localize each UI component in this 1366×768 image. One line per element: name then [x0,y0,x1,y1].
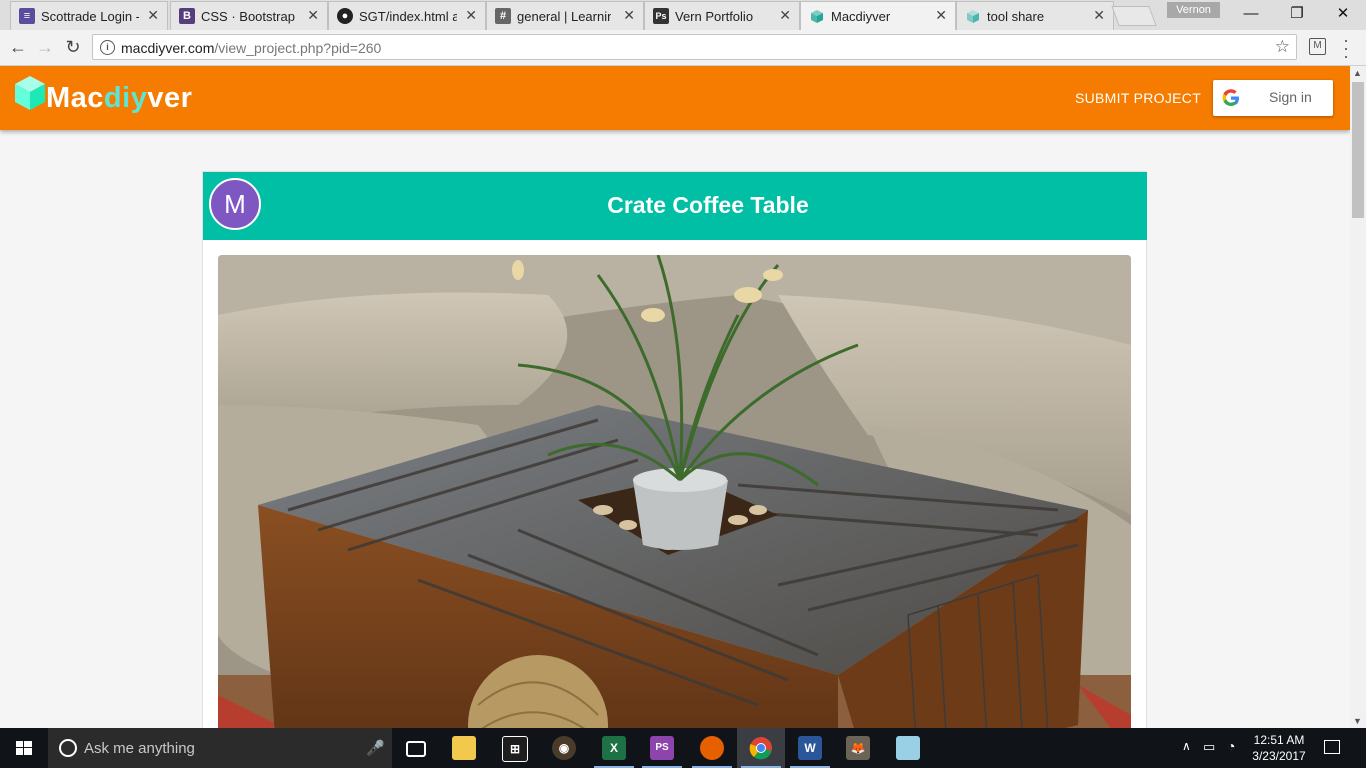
tab-title: Macdiyver [831,9,891,24]
url-text[interactable]: macdiyver.com/view_project.php?pid=260 [121,40,381,56]
scottrade-icon: ≡ [19,8,35,24]
scroll-up-icon[interactable]: ▲ [1353,68,1362,78]
reload-icon[interactable]: ↻ [62,36,84,58]
close-icon[interactable]: ✕ [779,7,791,24]
github-icon: ● [337,8,353,24]
clock-date: 3/23/2017 [1252,749,1306,763]
browser-tab[interactable]: ● SGT/index.html at ✕ [328,1,486,30]
profile-chip[interactable]: Vernon [1167,2,1220,18]
search-placeholder: Ask me anything [84,740,195,757]
bootstrap-icon: B [179,8,195,24]
tab-title: tool share [987,9,1045,24]
url-path: /view_project.php?pid=260 [214,40,382,56]
macdiyver-favicon-icon [809,8,825,24]
back-icon[interactable]: ← [7,36,29,58]
chevron-up-icon[interactable]: ∧ [1182,739,1191,768]
cortana-search-box[interactable]: Ask me anything 🎤 [48,728,392,768]
clock-time: 12:51 AM [1253,733,1305,747]
project-title: Crate Coffee Table [607,192,809,218]
scrollbar-thumb[interactable] [1352,82,1364,218]
tab-title: general | Learning [517,9,611,24]
new-tab-button[interactable] [1111,6,1157,26]
minimize-icon[interactable]: — [1228,0,1274,30]
address-bar[interactable]: i macdiyver.com/view_project.php?pid=260… [92,34,1297,60]
signin-label: Sign in [1269,89,1312,105]
close-icon[interactable]: ✕ [465,7,477,24]
logo-text-end: ver [147,82,193,114]
battery-icon[interactable]: ▭ [1203,739,1215,768]
google-signin-button[interactable]: Sign in [1213,80,1333,116]
logo-text-start: Mac [46,82,104,114]
microphone-icon[interactable]: 🎤 [366,739,385,757]
bookmark-star-icon[interactable]: ☆ [1275,37,1290,57]
task-view-icon[interactable] [392,728,440,768]
cortana-icon [59,739,77,757]
project-card: M Crate Coffee Table [202,171,1147,728]
site-header: Macdiyver SUBMIT PROJECT Sign in [0,66,1350,130]
google-icon [1222,89,1239,106]
tab-title: Vern Portfolio [675,9,754,24]
forward-icon[interactable]: → [34,36,56,58]
logo-text-mid: diy [103,82,148,114]
extension-icon[interactable]: M [1309,38,1326,55]
close-icon[interactable]: ✕ [307,7,319,24]
slack-hash-icon: # [495,8,511,24]
close-window-icon[interactable]: ✕ [1320,0,1366,30]
chrome-icon[interactable] [737,728,785,768]
url-host: macdiyver.com [121,40,215,56]
tab-title: SGT/index.html at [359,9,457,24]
project-photo [218,255,1131,728]
browser-tab[interactable]: tool share ✕ [956,1,1114,30]
tab-title: Scottrade Login - [41,9,139,24]
info-icon[interactable]: i [100,40,115,55]
browser-toolbar: ← → ↻ i macdiyver.com/view_project.php?p… [0,30,1366,66]
close-icon[interactable]: ✕ [935,7,947,24]
close-icon[interactable]: ✕ [147,7,159,24]
browser-tab[interactable]: B CSS · Bootstrap ✕ [170,1,328,30]
macdiyver-logo-icon[interactable] [15,76,45,110]
menu-kebab-icon[interactable]: · · · [1341,31,1351,65]
notes-icon[interactable] [884,728,932,768]
close-icon[interactable]: ✕ [623,7,635,24]
restore-icon[interactable]: ❐ [1274,0,1320,30]
scroll-down-icon[interactable]: ▼ [1353,716,1362,726]
gimp-icon[interactable]: 🦊 [834,728,882,768]
system-clock[interactable]: 12:51 AM 3/23/2017 [1244,732,1314,764]
file-explorer-icon[interactable] [440,728,488,768]
tab-strip: ≡ Scottrade Login - ✕ B CSS · Bootstrap … [0,0,1366,30]
browser-tab-active[interactable]: Macdiyver ✕ [800,1,956,30]
browser-tab[interactable]: ≡ Scottrade Login - ✕ [10,1,168,30]
notification-icon[interactable] [1324,740,1340,754]
close-icon[interactable]: ✕ [1093,7,1105,24]
submit-project-link[interactable]: SUBMIT PROJECT [1075,90,1201,106]
media-player-icon[interactable]: ◉ [540,728,588,768]
page-scrollbar[interactable]: ▲ ▼ [1350,66,1366,728]
word-icon[interactable]: W [786,728,834,768]
browser-tab[interactable]: Ps Vern Portfolio ✕ [644,1,800,30]
site-logo[interactable]: Macdiyver [46,82,192,115]
tab-title: CSS · Bootstrap [201,9,295,24]
store-icon[interactable]: ⊞ [490,728,538,768]
excel-icon[interactable]: X [590,728,638,768]
macdiyver-favicon-icon [965,8,981,24]
phpstorm-icon[interactable]: PS [638,728,686,768]
browser-tab[interactable]: # general | Learning ✕ [486,1,644,30]
wifi-icon[interactable]: ◔ [1227,738,1235,768]
crate-coffee-table-photo [218,255,1131,728]
page-viewport: Macdiyver SUBMIT PROJECT Sign in M Crate… [0,66,1350,728]
photoshop-icon: Ps [653,8,669,24]
windows-taskbar: Ask me anything 🎤 ⊞ ◉ X PS W 🦊 ∧ ▭ ◔ 12:… [0,728,1366,768]
project-card-header: M Crate Coffee Table [203,172,1147,240]
firefox-icon[interactable] [688,728,736,768]
windows-start-icon[interactable] [0,728,48,768]
